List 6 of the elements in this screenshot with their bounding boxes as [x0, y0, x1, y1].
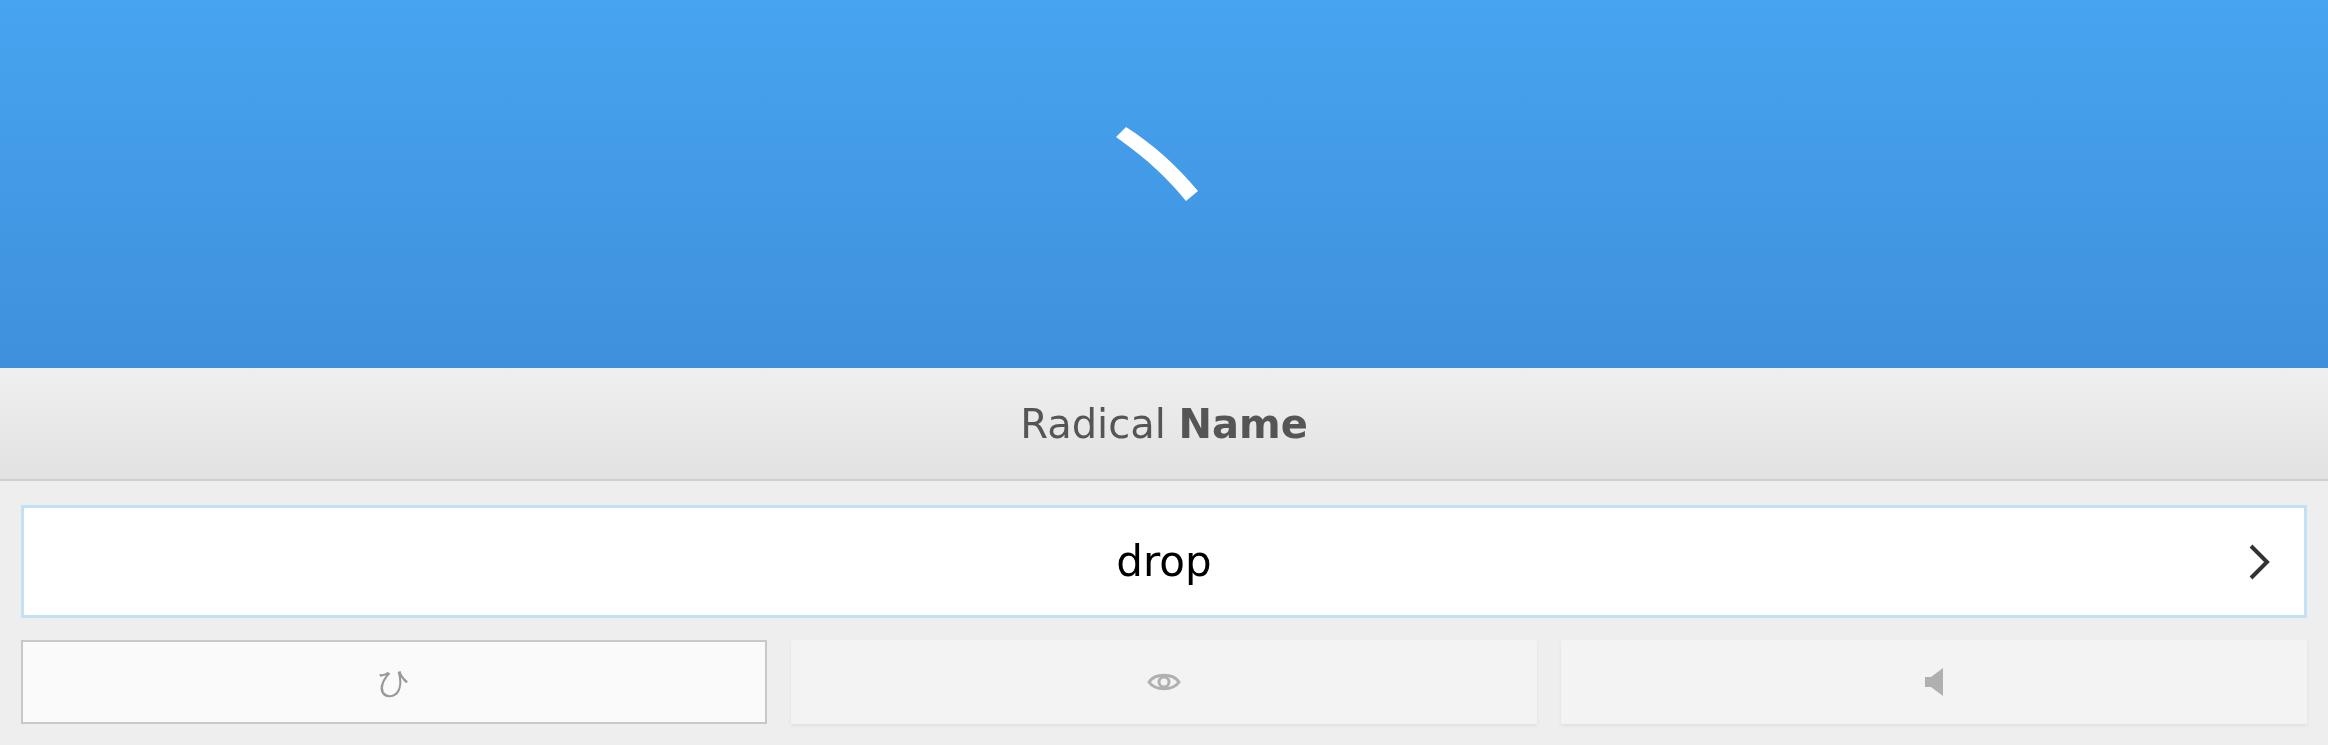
eye-icon: [1147, 671, 1181, 693]
speaker-icon: [1923, 667, 1945, 697]
answer-field[interactable]: drop: [21, 505, 2307, 618]
audio-button[interactable]: [1561, 640, 2307, 724]
question-title: Radical Name: [1020, 399, 1308, 449]
reveal-button[interactable]: [791, 640, 1537, 724]
